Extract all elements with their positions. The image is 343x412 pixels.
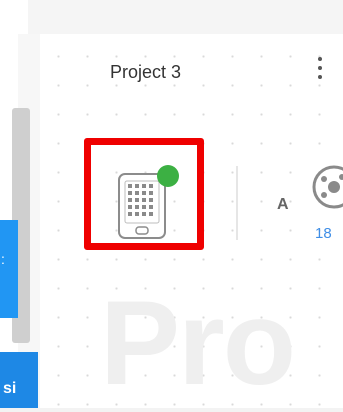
top-bar-edge [0,0,28,34]
project-card[interactable]: Pro Project 3 A 18 [40,34,343,410]
left-blue-button-text: si [3,380,17,397]
left-blue-button[interactable]: si [0,352,38,408]
more-options-icon[interactable] [316,54,324,86]
tablet-device-icon[interactable] [116,164,182,242]
project-watermark: Pro [100,276,296,410]
round-device-icon[interactable] [308,159,343,219]
left-blue-tab-text: : [1,251,5,267]
left-panel: : si [0,34,40,408]
status-dot-icon [157,165,179,187]
device-count: 18 [315,225,332,242]
project-title: Project 3 [110,62,182,82]
top-bar [0,0,343,34]
vertical-divider [236,166,238,240]
left-blue-tab[interactable]: : [0,220,18,318]
device-label: A [277,196,289,213]
